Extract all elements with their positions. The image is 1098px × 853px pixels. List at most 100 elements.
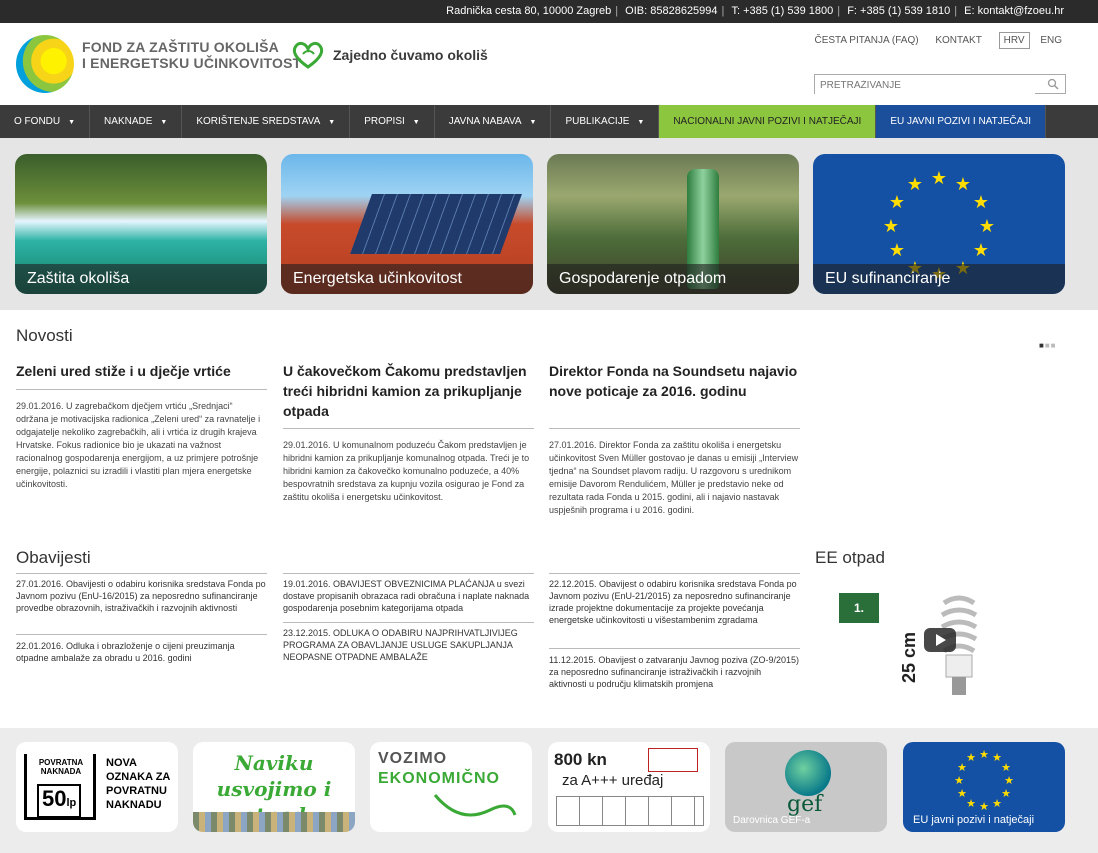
phone-text: T: +385 (1) 539 1800 bbox=[731, 5, 834, 17]
tile-caption: Energetska učinkovitost bbox=[281, 264, 533, 294]
divider bbox=[549, 648, 800, 649]
size-label: 25 cm bbox=[899, 631, 919, 683]
tile-eu-sufinanciranje[interactable]: ★★★ ★★★ ★★★ ★★★ EU sufinanciranje bbox=[813, 154, 1065, 294]
site-header: FOND ZA ZAŠTITU OKOLIŠA I ENERGETSKU UČI… bbox=[0, 23, 1098, 105]
news-headline[interactable]: Direktor Fonda na Soundsetu najavio nove… bbox=[549, 361, 799, 401]
nav-nacionalni-pozivi[interactable]: NACIONALNI JAVNI POZIVI I NATJEČAJI bbox=[659, 105, 877, 138]
return-fee-label-icon: POVRATNA NAKNADA 50lp bbox=[24, 754, 96, 820]
logo-line-2: I ENERGETSKU UČINKOVITOST bbox=[82, 55, 302, 71]
play-icon[interactable] bbox=[924, 628, 956, 652]
banner-caption: EU javni pozivi i natječaji bbox=[913, 814, 1035, 826]
news-headline[interactable]: U čakovečkom Čakomu predstavljen treći h… bbox=[283, 361, 533, 421]
banner-800kn[interactable]: 800 kn za A+++ uređaj bbox=[548, 742, 710, 832]
main-nav: O FONDU ▼ NAKNADE ▼ KORIŠTENJE SREDSTAVA ▼ … bbox=[0, 105, 1098, 138]
nav-propisi[interactable]: PROPISI ▼ bbox=[350, 105, 435, 138]
tile-energetska-ucinkovitost[interactable]: Energetska učinkovitost bbox=[281, 154, 533, 294]
slogan: Zajedno čuvamo okoliš bbox=[333, 47, 488, 63]
nav-publikacije[interactable]: PUBLIKACIJE ▼ bbox=[551, 105, 660, 138]
svg-text:★: ★ bbox=[889, 192, 905, 213]
caret-down-icon: ▼ bbox=[328, 119, 336, 126]
header-links: ČESTA PITANJA (FAQ) KONTAKT HRV ENG bbox=[800, 32, 1062, 49]
nav-koristenje-sredstava[interactable]: KORIŠTENJE SREDSTAVA ▼ bbox=[182, 105, 351, 138]
svg-text:★: ★ bbox=[1001, 761, 1011, 774]
bottom-banners: POVRATNA NAKNADA 50lp NOVA OZNAKA ZA POV… bbox=[0, 728, 1098, 853]
banner-naviku-usvojimo[interactable]: Naviku usvojimo i otpad odvojimo! bbox=[193, 742, 355, 832]
svg-text:★: ★ bbox=[883, 216, 899, 237]
banner-text: NOVA OZNAKA ZA POVRATNU NAKNADU bbox=[106, 757, 170, 811]
banner-text: za A+++ uređaj bbox=[562, 772, 664, 789]
notice-item[interactable]: 11.12.2015. Obavijest o zatvaranju Javno… bbox=[549, 654, 800, 690]
news-headline[interactable]: Zeleni ured stiže i u dječje vrtiće bbox=[16, 361, 266, 381]
top-info-bar: Radnička cesta 80, 10000 Zagreb | OIB: 85… bbox=[0, 0, 1098, 23]
search-box bbox=[814, 74, 1066, 95]
tile-caption: Zaštita okoliša bbox=[15, 264, 267, 294]
svg-text:★: ★ bbox=[966, 751, 976, 764]
plug-cable-icon bbox=[433, 794, 517, 817]
svg-text:★: ★ bbox=[957, 787, 967, 800]
banner-eu-pozivi[interactable]: ★ ★ ★ ★ ★ ★ ★ ★ ★ ★ ★ ★ EU javni pozivi i natječ… bbox=[903, 742, 1065, 832]
hero-section: Zaštita okoliša Energetska učinkovitost … bbox=[0, 138, 1098, 310]
svg-text:★: ★ bbox=[973, 240, 989, 261]
appliances-image bbox=[556, 796, 704, 826]
news-summary: 27.01.2016. Direktor Fonda za zaštitu ok… bbox=[549, 440, 799, 515]
nav-naknade[interactable]: NAKNADE ▼ bbox=[90, 105, 183, 138]
tile-gospodarenje-otpadom[interactable]: Gospodarenje otpadom bbox=[547, 154, 799, 294]
nav-javna-nabava[interactable]: JAVNA NABAVA ▼ bbox=[435, 105, 552, 138]
contact-link[interactable]: KONTAKT bbox=[935, 35, 981, 46]
banner-povratna-naknada[interactable]: POVRATNA NAKNADA 50lp NOVA OZNAKA ZA POV… bbox=[16, 742, 178, 832]
email-link[interactable]: E: kontakt@fzoeu.hr bbox=[964, 5, 1064, 17]
solar-panel-image bbox=[350, 194, 522, 254]
ee-otpad-video[interactable]: 1. 25 cm bbox=[814, 573, 1066, 715]
svg-text:★: ★ bbox=[954, 774, 964, 787]
svg-text:★: ★ bbox=[973, 192, 989, 213]
tile-caption: EU sufinanciranje bbox=[813, 264, 1065, 294]
svg-text:★: ★ bbox=[1004, 774, 1014, 787]
tile-zastita-okolisa[interactable]: Zaštita okoliša bbox=[15, 154, 267, 294]
gef-logo: gef bbox=[787, 792, 823, 817]
search-icon[interactable] bbox=[1047, 78, 1059, 90]
lang-hr-link[interactable]: HRV bbox=[998, 32, 1030, 49]
contact-info: Radnička cesta 80, 10000 Zagreb | OIB: 85… bbox=[446, 5, 1064, 17]
svg-text:★: ★ bbox=[931, 168, 947, 189]
tile-caption: Gospodarenje otpadom bbox=[547, 264, 799, 294]
notice-item[interactable]: 22.12.2015. Obavijest o odabiru korisnik… bbox=[549, 578, 800, 626]
faq-link[interactable]: ČESTA PITANJA (FAQ) bbox=[814, 35, 918, 46]
svg-text:★: ★ bbox=[889, 240, 905, 261]
carousel-dots[interactable]: ■■■ bbox=[1039, 341, 1057, 350]
divider bbox=[283, 428, 534, 429]
lang-en-link[interactable]: ENG bbox=[1040, 35, 1062, 46]
globe-icon bbox=[785, 750, 831, 796]
caret-down-icon: ▼ bbox=[160, 119, 168, 126]
notice-item[interactable]: 27.01.2016. Obavijesti o odabiru korisni… bbox=[16, 578, 267, 614]
divider bbox=[549, 573, 800, 574]
fund-logo-text[interactable]: FOND ZA ZAŠTITU OKOLIŠA I ENERGETSKU UČI… bbox=[82, 39, 301, 71]
svg-text:★: ★ bbox=[979, 748, 989, 761]
banner-vozimo-ekonomicno[interactable]: VOZIMO EKONOMIČNO bbox=[370, 742, 532, 832]
banner-text: VOZIMO bbox=[378, 750, 448, 767]
fund-logo-icon[interactable] bbox=[16, 35, 74, 93]
divider bbox=[16, 573, 267, 574]
svg-text:★: ★ bbox=[955, 174, 971, 195]
oib-text: OIB: 85828625994 bbox=[625, 5, 718, 17]
waste-pile-image bbox=[193, 812, 355, 832]
search-input[interactable] bbox=[815, 76, 1035, 95]
notice-item[interactable]: 23.12.2015. ODLUKA O ODABIRU NAJPRIHVATL… bbox=[283, 627, 534, 663]
ee-otpad-title: EE otpad bbox=[815, 548, 885, 567]
news-section-title: Novosti bbox=[16, 326, 73, 345]
news-summary: 29.01.2016. U komunalnom poduzeću Čakom … bbox=[283, 440, 530, 502]
divider bbox=[16, 389, 267, 390]
caret-down-icon: ▼ bbox=[412, 119, 420, 126]
notice-item[interactable]: 19.01.2016. OBAVIJEST OBVEZNICIMA PLAĆAN… bbox=[283, 578, 534, 614]
banner-text: EKONOMIČNO bbox=[378, 770, 500, 787]
divider bbox=[549, 428, 800, 429]
svg-text:★: ★ bbox=[992, 797, 1002, 810]
divider bbox=[16, 634, 267, 635]
nav-o-fondu[interactable]: O FONDU ▼ bbox=[0, 105, 91, 138]
banner-gef[interactable]: gef Darovnica GEF-a bbox=[725, 742, 887, 832]
caret-down-icon: ▼ bbox=[637, 119, 645, 126]
svg-text:★: ★ bbox=[907, 174, 923, 195]
notice-item[interactable]: 22.01.2016. Odluka i obrazloženje o cije… bbox=[16, 640, 267, 664]
government-crest-icon bbox=[648, 748, 698, 772]
nav-eu-pozivi[interactable]: EU JAVNI POZIVI I NATJEČAJI bbox=[876, 105, 1047, 138]
eu-flag-stars-icon: ★★★ ★★★ ★★★ ★★★ bbox=[954, 748, 1014, 813]
